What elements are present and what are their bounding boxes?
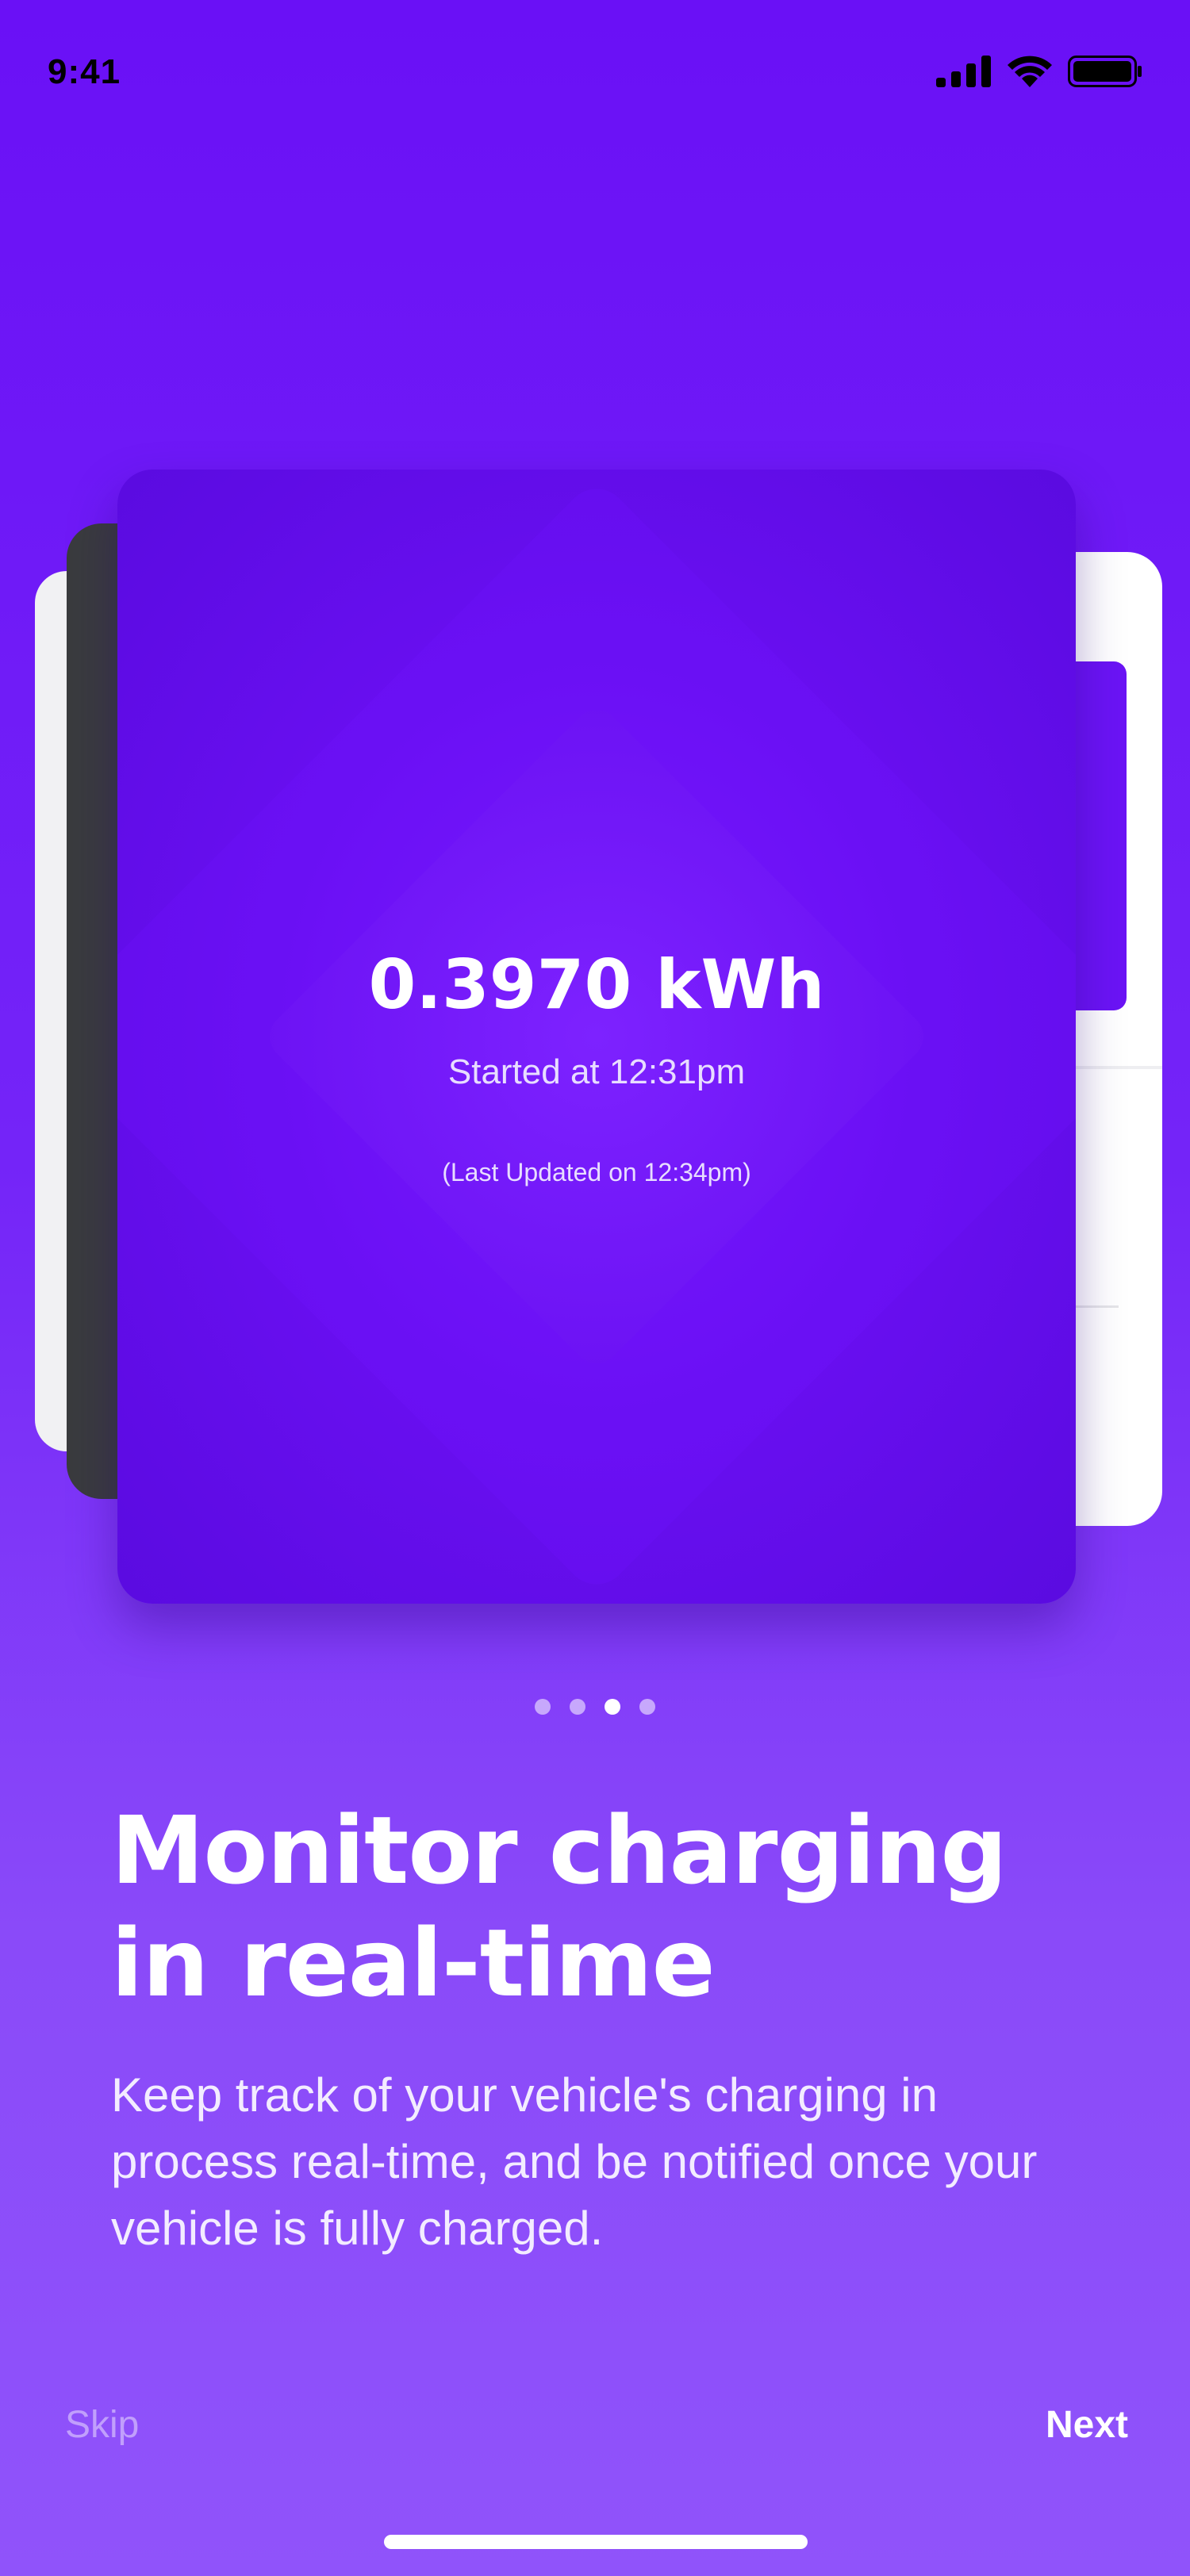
cellular-signal-icon [936, 56, 991, 87]
last-updated-text: (Last Updated on 12:34pm) [442, 1158, 751, 1186]
status-icons [936, 56, 1142, 87]
charging-card: 0.3970 kWh Started at 12:31pm (Last Upda… [117, 470, 1076, 1604]
battery-icon [1068, 56, 1142, 87]
page-dot-1[interactable] [535, 1699, 551, 1715]
page-dot-2[interactable] [570, 1699, 585, 1715]
home-indicator[interactable] [384, 2535, 808, 2549]
next-button[interactable]: Next [1046, 2403, 1128, 2447]
onboarding-title: Monitor charging in real-time [111, 1796, 1008, 2018]
started-at-text: Started at 12:31pm [447, 1052, 746, 1091]
status-time: 9:41 [48, 52, 121, 91]
page-dot-4[interactable] [639, 1699, 655, 1715]
skip-button[interactable]: Skip [65, 2403, 139, 2447]
wifi-icon [1008, 56, 1052, 87]
energy-value: 0.3970 kWh [368, 945, 825, 1025]
onboarding-description: Keep track of your vehicle's charging in… [111, 2068, 1038, 2255]
page-dot-3-active[interactable] [605, 1699, 620, 1715]
pagination-dots [0, 1699, 1190, 1715]
